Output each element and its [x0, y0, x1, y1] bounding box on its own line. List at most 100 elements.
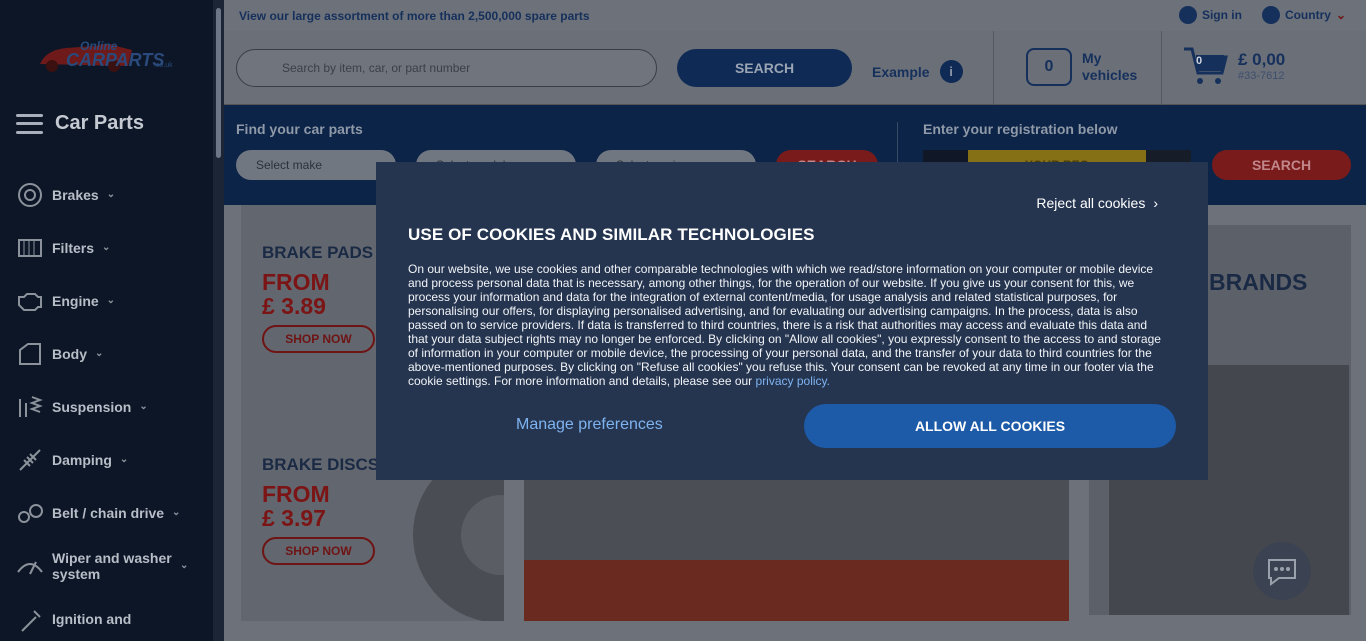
site-logo[interactable]: Online CARPARTS .co.uk — [36, 36, 178, 76]
sidebar-item-label: Damping — [52, 451, 112, 468]
sidebar-item-label: Suspension — [52, 398, 132, 415]
promo-text: View our large assortment of more than 2… — [239, 8, 590, 23]
sidebar-item-label: Belt / chain drive — [52, 504, 165, 521]
brake-discs-from: FROM — [262, 481, 330, 507]
brake-disc-icon — [18, 182, 42, 207]
car-body-icon — [19, 342, 41, 365]
reject-all-cookies-link[interactable]: Reject all cookies › — [1036, 195, 1158, 211]
chevron-down-icon: ⌄ — [106, 295, 116, 306]
my-vehicles-label-line1: My — [1082, 50, 1102, 66]
sidebar-item-filters[interactable]: Filters ⌄ — [0, 221, 213, 274]
brake-discs-title: BRAKE DISCS — [262, 455, 380, 474]
globe-icon — [1261, 6, 1280, 24]
brake-pads-title: BRAKE PADS — [262, 243, 374, 262]
country-selector[interactable]: Country ⌄ — [1261, 6, 1346, 24]
chevron-down-icon: ⌄ — [180, 559, 189, 571]
category-nav: Brakes ⌄ Filters ⌄ Engine ⌄ Body ⌄ Suspe… — [0, 168, 213, 641]
sidebar-item-belt-chain-drive[interactable]: Belt / chain drive ⌄ — [0, 486, 213, 539]
sidebar: Online CARPARTS .co.uk Car Parts Brakes … — [0, 0, 213, 641]
user-icon — [1178, 6, 1197, 24]
my-vehicles-label-line2: vehicles — [1082, 67, 1138, 83]
sidebar-scrollbar[interactable] — [213, 0, 224, 641]
sidebar-item-label: Wiper and washer system — [52, 549, 172, 582]
header: Search by item, car, or part number SEAR… — [224, 31, 1366, 105]
chevron-down-icon: ⌄ — [119, 454, 129, 465]
cookie-consent-dialog: Reject all cookies › USE OF COOKIES AND … — [376, 162, 1208, 480]
brands-title: BRANDS — [1209, 269, 1308, 295]
car-icon: 0 — [1026, 48, 1072, 86]
car-parts-menu-header[interactable]: Car Parts — [16, 112, 144, 135]
sidebar-item-label: Filters — [52, 239, 95, 256]
chevron-down-icon: ⌄ — [106, 189, 116, 200]
sidebar-item-label: Engine — [52, 292, 99, 309]
sidebar-item-label: Body — [52, 345, 87, 362]
shopping-cart-icon: 0 — [1182, 45, 1228, 87]
chevron-down-icon: ⌄ — [172, 507, 181, 518]
chevron-down-icon: ⌄ — [102, 242, 111, 253]
chevron-down-icon: ⌄ — [139, 401, 148, 412]
chevron-down-icon: ⌄ — [95, 348, 104, 359]
chevron-right-icon: › — [1153, 195, 1158, 211]
sidebar-item-brakes[interactable]: Brakes ⌄ — [0, 168, 213, 221]
cart-phone: #33-7612 — [1238, 70, 1285, 82]
sign-in-link[interactable]: Sign in — [1178, 6, 1242, 24]
sidebar-item-wiper-washer[interactable]: Wiper and washer system ⌄ — [0, 539, 213, 592]
cookie-title: USE OF COOKIES AND SIMILAR TECHNOLOGIES — [408, 225, 815, 244]
search-button[interactable]: SEARCH — [677, 49, 852, 87]
spark-plug-icon — [21, 609, 41, 632]
sidebar-item-body[interactable]: Body ⌄ — [0, 327, 213, 380]
brake-discs-price: £ 3.97 — [262, 505, 326, 531]
search-placeholder: Search by item, car, or part number — [282, 61, 471, 75]
hamburger-icon[interactable] — [16, 113, 43, 134]
reg-heading: Enter your registration below — [923, 121, 1118, 137]
my-vehicles-label: My vehicles — [1082, 50, 1137, 84]
chat-icon — [1268, 559, 1296, 586]
sign-in-label: Sign in — [1201, 8, 1242, 22]
finder-heading: Find your car parts — [236, 121, 363, 137]
brake-discs-shop-button[interactable]: SHOP NOW — [262, 537, 375, 565]
cookie-body-text: On our website, we use cookies and other… — [408, 262, 1168, 388]
chat-button[interactable] — [1253, 542, 1311, 600]
filter-icon — [18, 238, 42, 257]
brake-pads-price: £ 3.89 — [262, 293, 326, 319]
top-links: Sign in Country ⌄ — [1178, 6, 1346, 24]
example-link[interactable]: Example i — [872, 60, 963, 83]
sidebar-item-suspension[interactable]: Suspension ⌄ — [0, 380, 213, 433]
brake-pads-shop-button[interactable]: SHOP NOW — [262, 325, 375, 353]
example-label: Example — [872, 63, 930, 80]
cart-total: £ 0,00 — [1238, 50, 1286, 69]
svg-text:.co.uk: .co.uk — [154, 62, 173, 69]
sidebar-item-damping[interactable]: Damping ⌄ — [0, 433, 213, 486]
cart-button[interactable]: 0 £ 0,00 #33-7612 — [1182, 45, 1285, 87]
select-make-dropdown[interactable]: Select make — [236, 150, 396, 180]
brake-pads-from: FROM — [262, 269, 330, 295]
scrollbar-thumb[interactable] — [216, 8, 221, 158]
belt-drive-icon — [18, 503, 43, 523]
allow-all-cookies-button[interactable]: ALLOW ALL COOKIES — [804, 404, 1176, 448]
svg-text:CARPARTS: CARPARTS — [66, 50, 164, 70]
info-icon[interactable]: i — [939, 60, 963, 83]
parts-tray — [524, 560, 1069, 621]
select-make-label: Select make — [256, 158, 323, 172]
top-bar: View our large assortment of more than 2… — [224, 0, 1366, 31]
sidebar-item-label: Brakes — [52, 186, 99, 203]
sidebar-item-engine[interactable]: Engine ⌄ — [0, 274, 213, 327]
car-parts-title: Car Parts — [55, 112, 144, 134]
manage-preferences-link[interactable]: Manage preferences — [516, 416, 663, 434]
page: Online CARPARTS .co.uk Car Parts Brakes … — [0, 0, 1366, 641]
chevron-down-icon: ⌄ — [1335, 8, 1346, 22]
vehicles-count: 0 — [1044, 58, 1054, 75]
country-label: Country — [1284, 8, 1331, 22]
cart-count: 0 — [1196, 55, 1203, 67]
sidebar-item-ignition[interactable]: Ignition and — [0, 592, 213, 641]
divider — [993, 31, 994, 105]
reg-search-button[interactable]: SEARCH — [1212, 150, 1351, 180]
sidebar-item-label: Ignition and — [52, 610, 132, 627]
reject-label: Reject all cookies — [1036, 195, 1146, 211]
search-input[interactable]: Search by item, car, or part number — [236, 49, 657, 87]
parts-banner-image[interactable] — [524, 480, 1069, 621]
my-vehicles-button[interactable]: 0 My vehicles — [1026, 48, 1137, 86]
privacy-policy-link[interactable]: privacy policy. — [756, 374, 830, 388]
engine-icon — [18, 292, 42, 311]
shock-absorber-icon — [19, 448, 41, 471]
